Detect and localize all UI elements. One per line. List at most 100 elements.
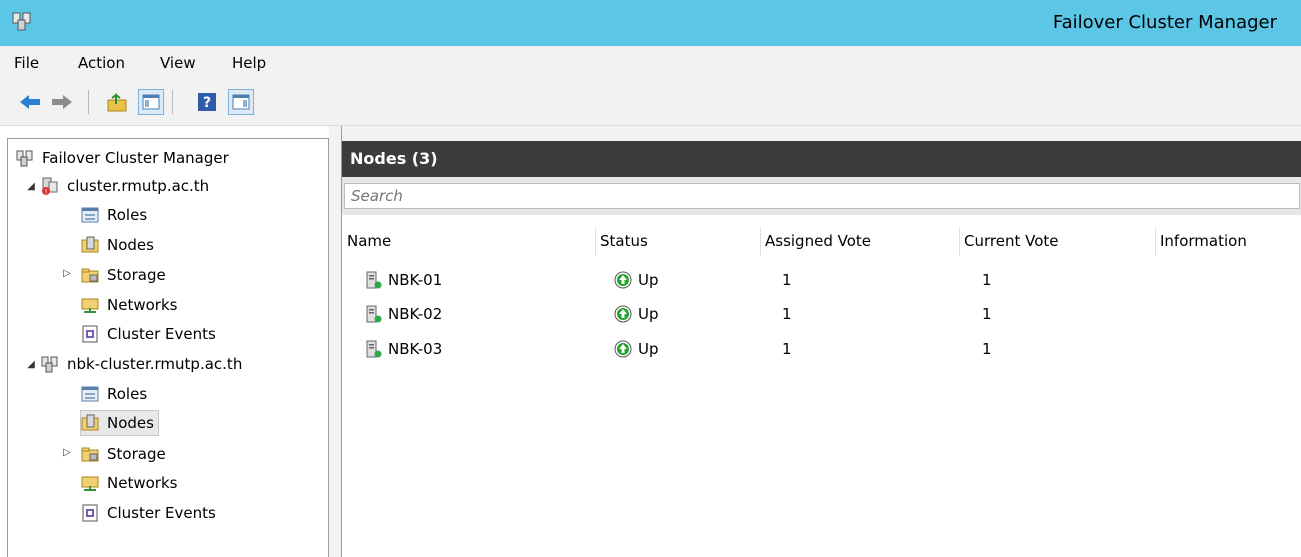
networks-icon <box>81 476 99 491</box>
server-icon <box>366 305 382 323</box>
nodes-pane: Nodes (3) Name Status Assigned Vote Curr… <box>341 126 1301 557</box>
tree-item-label: Roles <box>107 206 148 224</box>
splitter[interactable] <box>329 126 341 557</box>
back-button[interactable] <box>17 89 43 115</box>
status-cell: Up <box>614 269 659 291</box>
menu-action[interactable]: Action <box>78 54 125 72</box>
cluster-manager-icon <box>12 12 31 31</box>
menu-view[interactable]: View <box>160 54 196 72</box>
tree-item-storage[interactable]: Storage <box>81 441 166 467</box>
assigned-vote: 1 <box>782 271 792 289</box>
forward-arrow-icon <box>52 95 72 109</box>
tree-item-nodes-selected[interactable]: Nodes <box>80 410 159 436</box>
column-header-status[interactable]: Status <box>596 232 648 258</box>
table-row[interactable]: NBK-01 <box>364 269 442 291</box>
nodes-icon <box>81 414 99 431</box>
tree-cluster-2[interactable]: nbk-cluster.rmutp.ac.th <box>41 351 242 377</box>
tree-cluster-2-label: nbk-cluster.rmutp.ac.th <box>67 355 243 373</box>
current-vote: 1 <box>982 305 992 323</box>
cluster-events-icon <box>82 504 98 522</box>
show-tree-icon <box>142 94 160 110</box>
table-row[interactable]: NBK-03 <box>364 338 442 360</box>
svg-text:?: ? <box>203 95 211 111</box>
storage-icon <box>81 268 99 283</box>
assigned-vote: 1 <box>782 305 792 323</box>
menu-file[interactable]: File <box>14 54 39 72</box>
action-pane-icon <box>232 94 250 110</box>
tree-item-networks[interactable]: Networks <box>81 470 177 496</box>
cluster-warning-icon: ! <box>42 177 58 195</box>
node-name: NBK-01 <box>388 271 443 289</box>
up-level-button[interactable] <box>104 89 130 115</box>
roles-icon <box>81 207 99 223</box>
table-row[interactable]: NBK-02 <box>364 303 442 325</box>
tree-item-label: Nodes <box>107 414 154 432</box>
current-vote: 1 <box>982 340 992 358</box>
node-name: NBK-03 <box>388 340 443 358</box>
toolbar: ? <box>0 81 1301 126</box>
column-header-current-vote[interactable]: Current Vote <box>960 232 1059 258</box>
expand-icon[interactable]: ▷ <box>61 447 73 458</box>
status-up-icon <box>614 305 632 323</box>
networks-icon <box>81 298 99 313</box>
help-icon: ? <box>198 93 216 111</box>
status-text: Up <box>638 271 659 289</box>
tree-item-networks[interactable]: Networks <box>81 292 177 318</box>
collapse-icon[interactable]: ◢ <box>25 359 37 370</box>
help-button[interactable]: ? <box>194 89 220 115</box>
tree-item-roles[interactable]: Roles <box>81 202 147 228</box>
show-hide-action-pane-button[interactable] <box>228 89 254 115</box>
collapse-icon[interactable]: ◢ <box>25 181 37 192</box>
pane-title: Nodes (3) <box>350 149 438 168</box>
tree-item-roles[interactable]: Roles <box>81 381 147 407</box>
status-up-icon <box>614 340 632 358</box>
storage-icon <box>81 447 99 462</box>
back-arrow-icon <box>20 95 40 109</box>
show-hide-tree-button[interactable] <box>138 89 164 115</box>
column-header-information[interactable]: Information <box>1156 232 1247 258</box>
tree-item-cluster-events[interactable]: Cluster Events <box>81 321 216 347</box>
search-input[interactable] <box>344 183 1300 209</box>
status-cell: Up <box>614 303 659 325</box>
tree-item-cluster-events[interactable]: Cluster Events <box>81 500 216 526</box>
forward-button[interactable] <box>49 89 75 115</box>
status-text: Up <box>638 340 659 358</box>
status-text: Up <box>638 305 659 323</box>
navigation-tree: Failover Cluster Manager ◢ ! cluster.rmu… <box>7 138 329 557</box>
window-title: Failover Cluster Manager <box>1052 12 1277 33</box>
tree-item-nodes[interactable]: Nodes <box>81 232 154 258</box>
server-icon <box>366 340 382 358</box>
tree-item-label: Storage <box>107 266 166 284</box>
search-bar <box>342 177 1301 215</box>
tree-item-label: Cluster Events <box>107 325 216 343</box>
tree-item-label: Storage <box>107 445 166 463</box>
status-cell: Up <box>614 338 659 360</box>
column-header-assigned-vote[interactable]: Assigned Vote <box>761 232 871 258</box>
nodes-icon <box>81 236 99 253</box>
status-up-icon <box>614 271 632 289</box>
tree-item-label: Nodes <box>107 236 154 254</box>
node-name: NBK-02 <box>388 305 443 323</box>
tree-cluster-1-label: cluster.rmutp.ac.th <box>67 177 210 195</box>
tree-item-label: Roles <box>107 385 148 403</box>
up-folder-icon <box>107 93 127 112</box>
tree-item-label: Networks <box>107 474 178 492</box>
tree-cluster-1[interactable]: ! cluster.rmutp.ac.th <box>41 173 209 199</box>
menu-bar: File Action View Help <box>0 46 1301 81</box>
tree-item-storage[interactable]: Storage <box>81 262 166 288</box>
expand-icon[interactable]: ▷ <box>61 268 73 279</box>
menu-help[interactable]: Help <box>232 54 266 72</box>
tree-item-label: Networks <box>107 296 178 314</box>
server-icon <box>366 271 382 289</box>
tree-item-label: Cluster Events <box>107 504 216 522</box>
current-vote: 1 <box>982 271 992 289</box>
assigned-vote: 1 <box>782 340 792 358</box>
roles-icon <box>81 386 99 402</box>
svg-text:!: ! <box>45 188 48 195</box>
cluster-events-icon <box>82 325 98 343</box>
cluster-manager-icon <box>16 150 33 167</box>
column-header-name[interactable]: Name <box>343 232 391 258</box>
cluster-icon <box>41 356 58 373</box>
tree-root[interactable]: Failover Cluster Manager <box>16 145 229 171</box>
pane-header: Nodes (3) <box>342 141 1301 177</box>
